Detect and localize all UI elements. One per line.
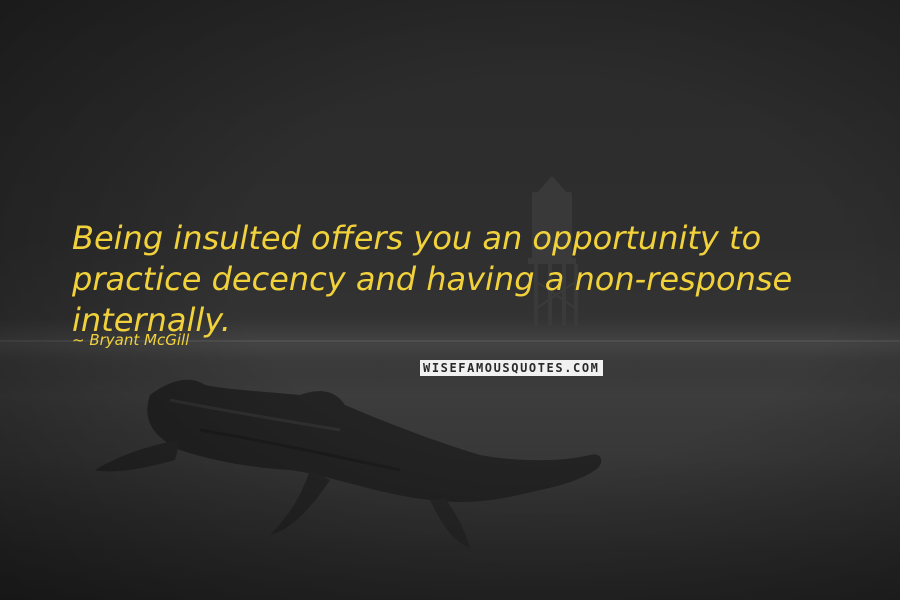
- author-name: Bryant McGill: [89, 331, 190, 349]
- site-watermark: WISEFAMOUSQUOTES.COM: [420, 360, 603, 376]
- quote-text: Being insulted offers you an opportunity…: [72, 219, 793, 339]
- quote-author: ~ Bryant McGill: [72, 331, 190, 349]
- quote-card: Being insulted offers you an opportunity…: [0, 0, 900, 600]
